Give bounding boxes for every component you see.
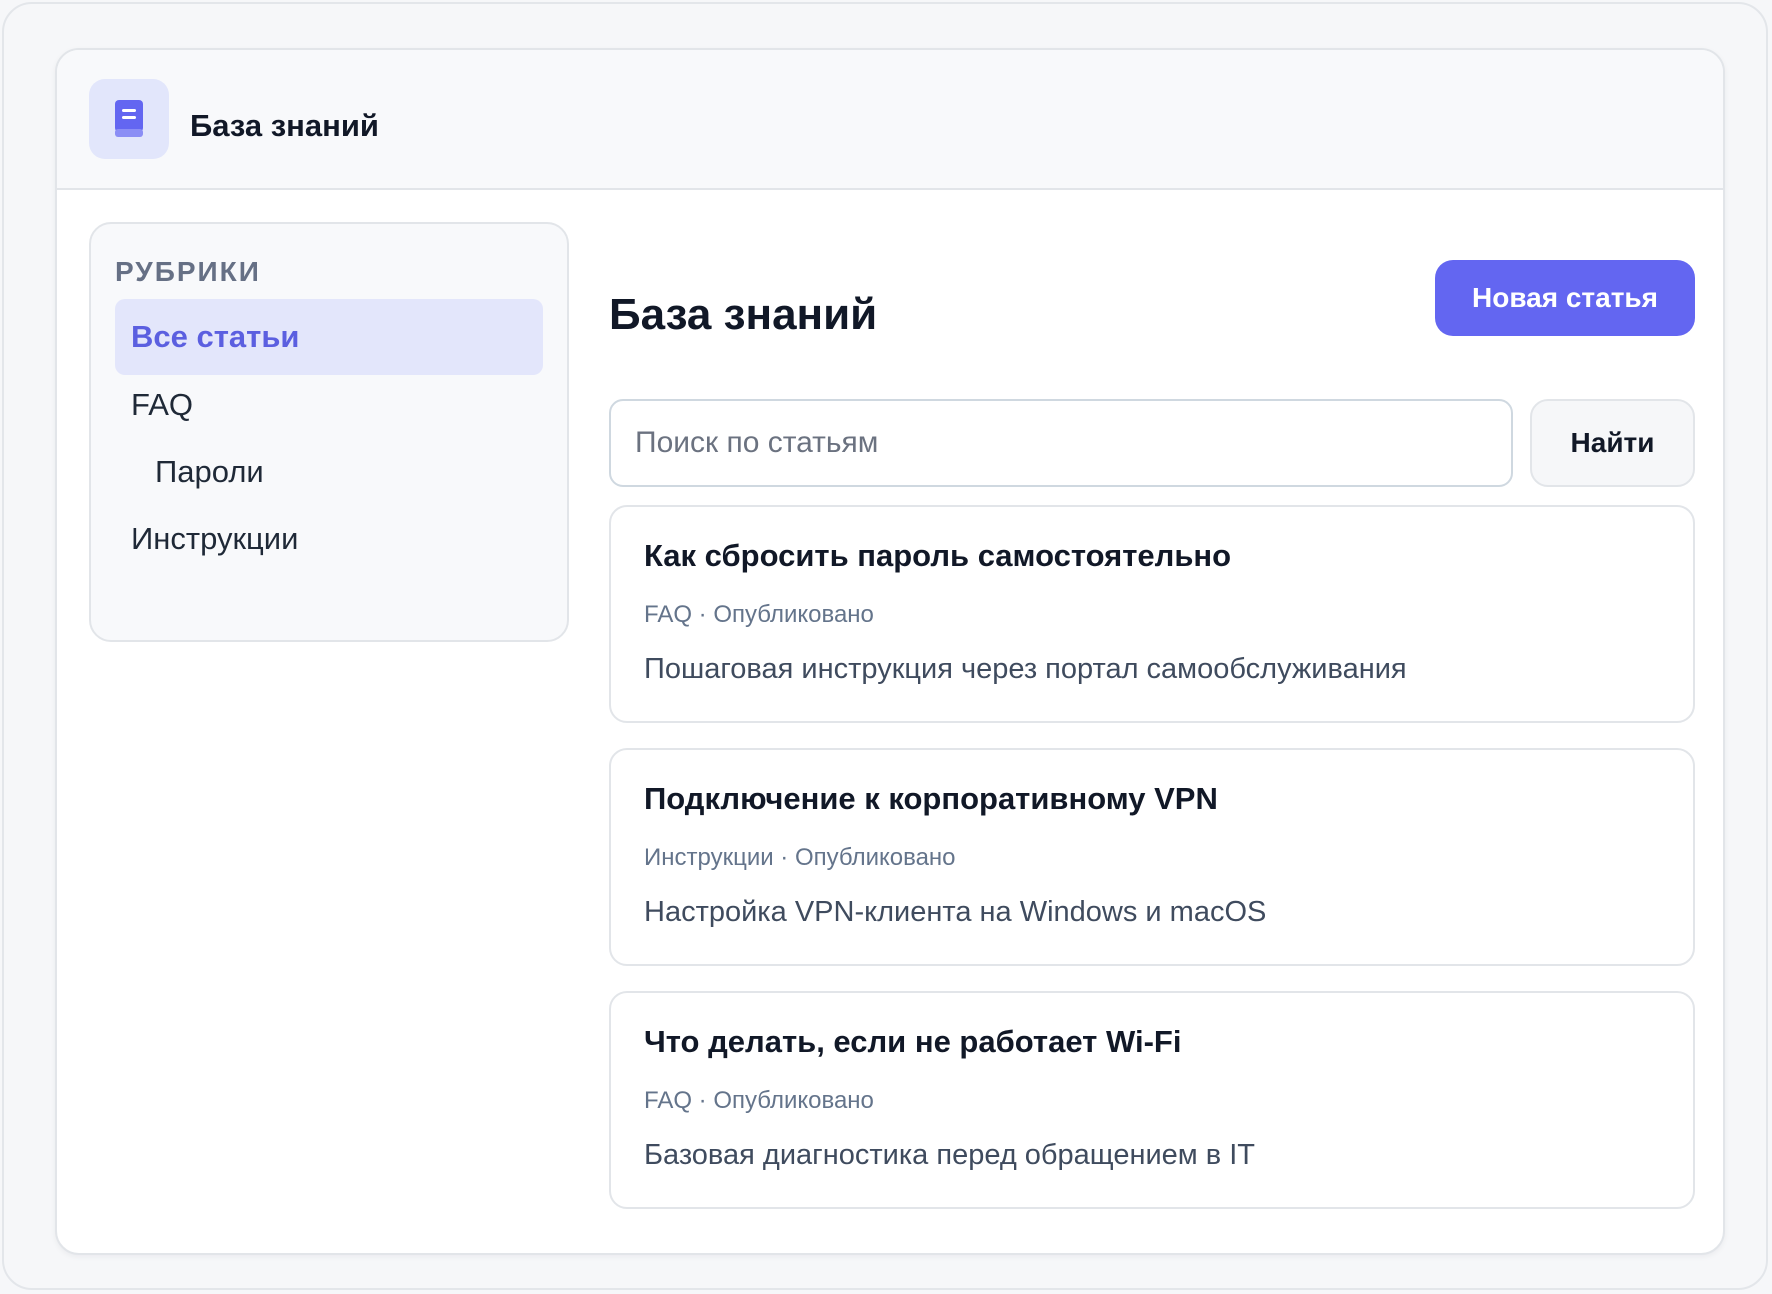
- app-title: База знаний: [190, 108, 379, 143]
- header-bar: База знаний: [57, 50, 1723, 190]
- article-description: Пошаговая инструкция через портал самооб…: [644, 653, 1407, 685]
- article-description: Базовая диагностика перед обращением в I…: [644, 1139, 1256, 1171]
- article-title[interactable]: Как сбросить пароль самостоятельно: [644, 538, 1231, 574]
- article-description: Настройка VPN-клиента на Windows и macOS: [644, 896, 1267, 928]
- app-window: База знаний РУБРИКИ Все статьи FAQ Парол…: [55, 48, 1725, 1255]
- sidebar-item-label: Инструкции: [131, 521, 299, 556]
- article-title[interactable]: Что делать, если не работает Wi-Fi: [644, 1024, 1181, 1060]
- book-icon: [89, 79, 169, 159]
- sidebar-item-label: FAQ: [131, 387, 194, 422]
- article-card[interactable]: Подключение к корпоративному VPN Инструк…: [609, 748, 1695, 966]
- sidebar-item-instructions[interactable]: Инструкции: [115, 501, 543, 577]
- article-meta: FAQ · Опубликовано: [644, 1087, 874, 1114]
- sidebar-item-label: Все статьи: [131, 319, 300, 354]
- search-button[interactable]: Найти: [1530, 399, 1695, 487]
- article-card[interactable]: Что делать, если не работает Wi-Fi FAQ ·…: [609, 991, 1695, 1209]
- sidebar-heading: РУБРИКИ: [115, 256, 261, 287]
- article-meta: Инструкции · Опубликовано: [644, 844, 956, 871]
- sidebar-item-faq[interactable]: FAQ: [115, 367, 543, 443]
- categories-sidebar: РУБРИКИ Все статьи FAQ Пароли Инструкции: [89, 222, 569, 642]
- new-article-button[interactable]: Новая статья: [1435, 260, 1695, 336]
- article-title[interactable]: Подключение к корпоративному VPN: [644, 781, 1218, 817]
- article-meta: FAQ · Опубликовано: [644, 601, 874, 628]
- search-input[interactable]: [609, 399, 1513, 487]
- page-background: База знаний РУБРИКИ Все статьи FAQ Парол…: [2, 2, 1768, 1290]
- sidebar-item-passwords[interactable]: Пароли: [115, 434, 543, 510]
- article-card[interactable]: Как сбросить пароль самостоятельно FAQ ·…: [609, 505, 1695, 723]
- sidebar-item-all-articles[interactable]: Все статьи: [115, 299, 543, 375]
- page-title: База знаний: [609, 290, 878, 339]
- sidebar-item-label: Пароли: [155, 454, 264, 489]
